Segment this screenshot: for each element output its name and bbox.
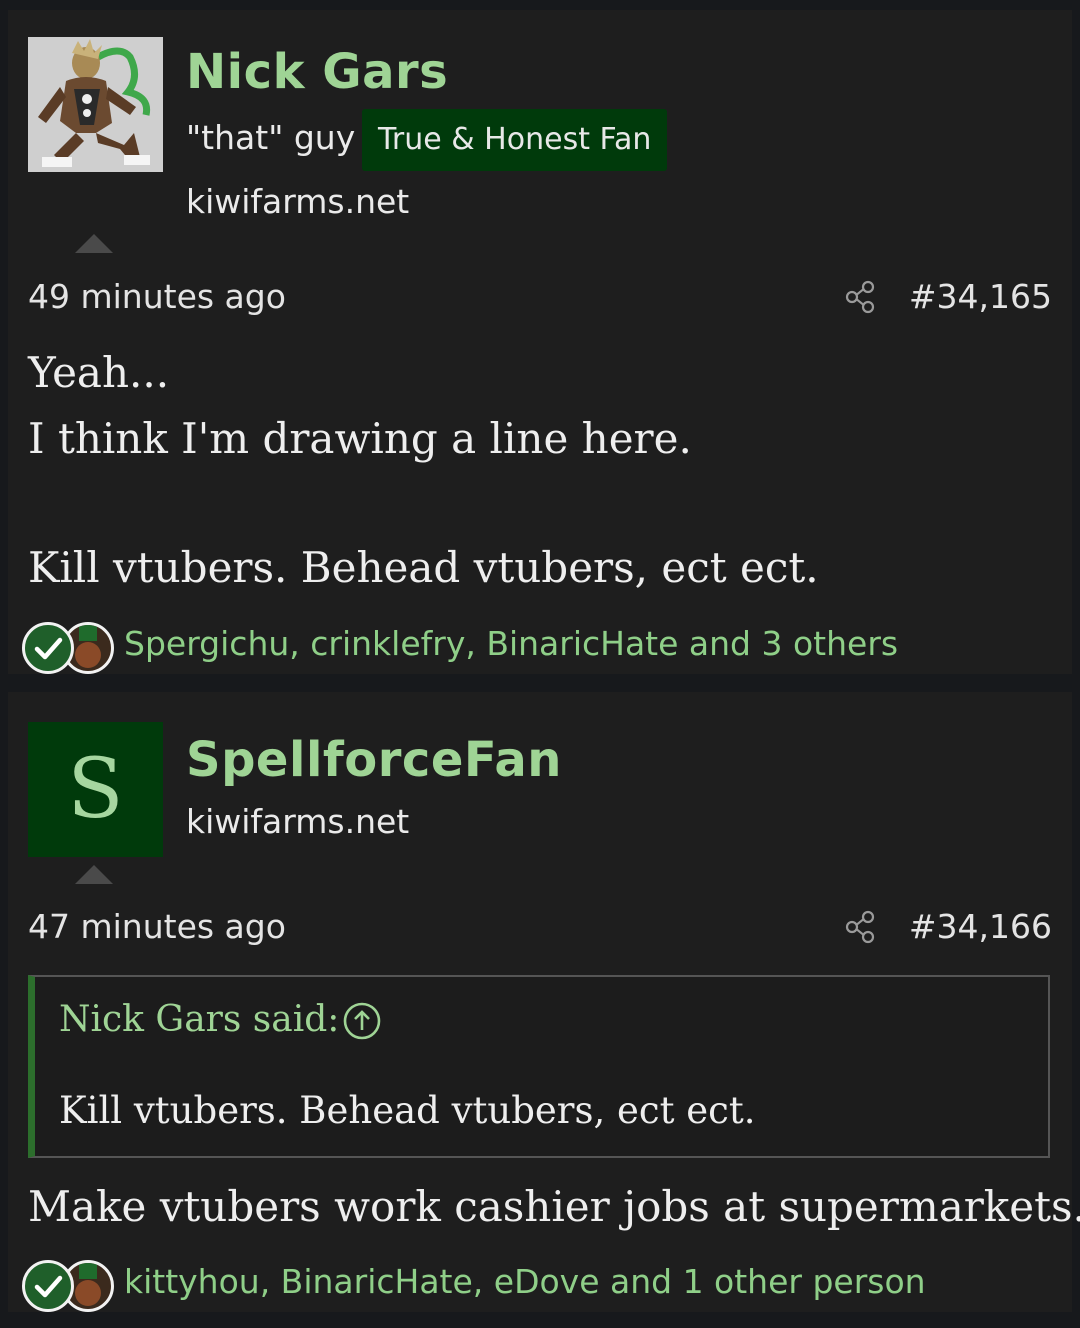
quote-author[interactable]: Nick Gars said: [59,999,339,1040]
avatar-caret [75,865,113,884]
post-time[interactable]: 47 minutes ago [28,907,286,946]
post-body-line: Yeah... [28,348,170,397]
post-number[interactable]: #34,166 [909,907,1052,946]
user-banner: True & Honest Fan [362,109,668,171]
post-time[interactable]: 49 minutes ago [28,277,286,316]
check-reaction-icon [22,622,74,674]
post-number[interactable]: #34,165 [909,277,1052,316]
avatar[interactable]: S [28,722,163,857]
post: S SpellforceFan kiwifarms.net 47 minutes… [8,692,1080,1312]
avatar-figure-icon [28,37,163,172]
check-reaction-icon [22,1260,74,1312]
avatar-caret [75,234,113,253]
post-body-line: I think I'm drawing a line here. [28,414,692,463]
username[interactable]: Nick Gars [186,44,448,100]
user-site: kiwifarms.net [186,182,410,221]
avatar[interactable] [28,37,163,172]
quote-block: Nick Gars said: Kill vtubers. Behead vtu… [28,975,1050,1158]
username[interactable]: SpellforceFan [186,732,562,788]
share-icon[interactable] [844,280,878,314]
reaction-users[interactable]: Spergichu, crinklefry, BinaricHate and 3… [124,624,898,663]
user-title: "that" guy [186,118,356,157]
reaction-users[interactable]: kittyhou, BinaricHate, eDove and 1 other… [124,1262,926,1301]
post: Nick Gars "that" guy True & Honest Fan k… [8,10,1072,674]
post-body-line: Make vtubers work cashier jobs at superm… [28,1182,1080,1231]
user-site: kiwifarms.net [186,802,410,841]
share-icon[interactable] [844,910,878,944]
quote-text: Kill vtubers. Behead vtubers, ect ect. [59,1089,756,1132]
arrow-up-circle-icon[interactable] [342,1001,382,1041]
post-body-line: Kill vtubers. Behead vtubers, ect ect. [28,543,819,592]
